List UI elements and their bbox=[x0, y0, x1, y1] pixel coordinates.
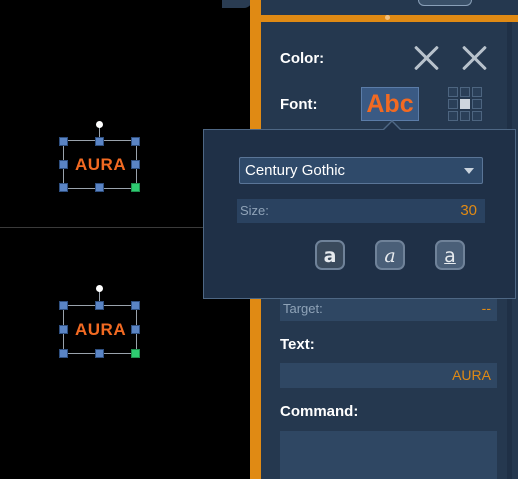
resize-handle-tr[interactable] bbox=[131, 137, 140, 146]
bold-icon: a bbox=[323, 245, 337, 267]
no-stroke-color-icon[interactable] bbox=[461, 45, 487, 71]
bold-button[interactable]: a bbox=[315, 240, 345, 270]
panel-top-bar bbox=[261, 0, 518, 15]
font-size-field[interactable]: Size: 30 bbox=[237, 199, 485, 223]
panel-splitter-dot[interactable] bbox=[385, 15, 390, 20]
resize-handle-tl[interactable] bbox=[59, 301, 68, 310]
italic-button[interactable]: a bbox=[375, 240, 405, 270]
command-field[interactable] bbox=[280, 431, 497, 479]
resize-handle-l[interactable] bbox=[59, 325, 68, 334]
chevron-down-icon bbox=[464, 168, 474, 174]
underline-icon: a bbox=[444, 245, 456, 267]
font-family-value: Century Gothic bbox=[245, 162, 346, 179]
font-family-select[interactable]: Century Gothic bbox=[239, 157, 483, 184]
resize-handle-r[interactable] bbox=[131, 160, 140, 169]
no-fill-color-icon[interactable] bbox=[413, 45, 439, 71]
top-tab[interactable] bbox=[222, 0, 252, 8]
resize-handle-t[interactable] bbox=[95, 137, 104, 146]
resize-handle-br[interactable] bbox=[131, 183, 140, 192]
rotation-handle[interactable] bbox=[96, 285, 103, 292]
text-value: AURA bbox=[452, 367, 491, 383]
resize-handle-t[interactable] bbox=[95, 301, 104, 310]
canvas-text-object[interactable]: AURA bbox=[75, 320, 126, 340]
resize-handle-b[interactable] bbox=[95, 183, 104, 192]
size-value: 30 bbox=[460, 202, 477, 219]
size-label: Size: bbox=[240, 203, 269, 218]
resize-handle-l[interactable] bbox=[59, 160, 68, 169]
font-button[interactable]: Abc bbox=[361, 87, 419, 121]
resize-handle-br[interactable] bbox=[131, 349, 140, 358]
color-label: Color: bbox=[280, 50, 325, 67]
resize-handle-r[interactable] bbox=[131, 325, 140, 334]
underline-button[interactable]: a bbox=[435, 240, 465, 270]
text-field[interactable]: AURA bbox=[280, 363, 497, 388]
target-field[interactable]: Target: -- bbox=[280, 296, 497, 321]
italic-icon: a bbox=[384, 245, 396, 267]
resize-handle-bl[interactable] bbox=[59, 183, 68, 192]
rotation-handle[interactable] bbox=[96, 121, 103, 128]
font-button-label: Abc bbox=[366, 90, 414, 118]
resize-handle-b[interactable] bbox=[95, 349, 104, 358]
target-value: -- bbox=[481, 300, 491, 316]
alignment-grid-icon[interactable] bbox=[448, 87, 484, 123]
command-label: Command: bbox=[280, 403, 359, 420]
text-label: Text: bbox=[280, 336, 315, 353]
resize-handle-bl[interactable] bbox=[59, 349, 68, 358]
panel-pill-button[interactable] bbox=[418, 0, 472, 6]
resize-handle-tl[interactable] bbox=[59, 137, 68, 146]
canvas-text-object[interactable]: AURA bbox=[75, 155, 126, 175]
target-label: Target: bbox=[283, 301, 323, 316]
font-label: Font: bbox=[280, 96, 318, 113]
resize-handle-tr[interactable] bbox=[131, 301, 140, 310]
